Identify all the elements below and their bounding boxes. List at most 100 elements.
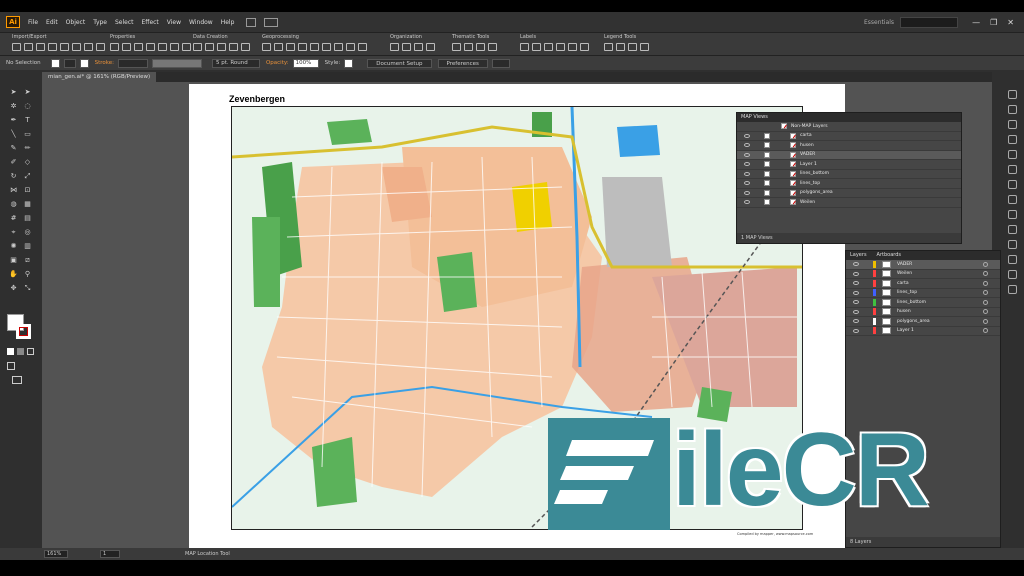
target-icon[interactable] <box>983 290 988 296</box>
target-icon[interactable] <box>983 299 988 305</box>
layer-row[interactable]: carta <box>846 279 1000 289</box>
restore-icon[interactable]: ❐ <box>990 18 997 27</box>
shape-builder-icon[interactable]: ◍ <box>9 200 18 209</box>
target-icon[interactable] <box>983 328 988 334</box>
type-icon[interactable]: T <box>23 116 32 125</box>
lock-icon[interactable] <box>764 170 770 177</box>
info-icon[interactable] <box>1007 285 1017 294</box>
layer-checkbox[interactable] <box>790 142 796 149</box>
map-tool-icon[interactable]: ⤡ <box>23 284 32 293</box>
stroke-weight-input[interactable] <box>117 58 148 68</box>
opacity-label[interactable]: Opacity: <box>266 60 289 66</box>
eye-icon[interactable] <box>744 190 750 195</box>
lock-icon[interactable] <box>764 151 770 158</box>
stroke-label[interactable]: Stroke: <box>95 60 114 66</box>
screen-mode-icon[interactable] <box>12 376 22 384</box>
menu-window[interactable]: Window <box>189 19 213 26</box>
layer-checkbox[interactable] <box>790 161 796 168</box>
color-guide-icon[interactable] <box>1007 105 1017 114</box>
toolgroup-icons[interactable] <box>452 43 497 51</box>
tab-layers[interactable]: Layers <box>850 251 867 260</box>
layer-row[interactable]: Weilen <box>846 270 1000 279</box>
menu-effect[interactable]: Effect <box>142 19 159 26</box>
document-setup-button[interactable]: Document Setup <box>367 58 432 68</box>
blend-icon[interactable]: ◎ <box>23 228 32 237</box>
toolgroup-icons[interactable] <box>262 43 367 51</box>
free-transform-icon[interactable]: ⊡ <box>23 186 32 195</box>
minimize-icon[interactable]: — <box>972 18 980 27</box>
lock-icon[interactable] <box>764 132 770 139</box>
eye-icon[interactable] <box>853 271 859 276</box>
map-view-row[interactable]: lines_bottom <box>737 170 961 179</box>
toolgroup-icons[interactable] <box>12 43 105 51</box>
mesh-icon[interactable]: # <box>9 214 18 223</box>
eye-icon[interactable] <box>853 290 859 295</box>
target-icon[interactable] <box>983 271 988 277</box>
eye-icon[interactable] <box>853 328 859 333</box>
eye-icon[interactable] <box>853 309 859 314</box>
gradient-icon[interactable]: ▤ <box>23 214 32 223</box>
map-views-root-row[interactable]: Non-MAP Layers <box>737 122 961 132</box>
stroke-swatch[interactable] <box>79 58 89 68</box>
pen-icon[interactable]: ✒ <box>9 116 18 125</box>
menu-edit[interactable]: Edit <box>46 19 58 26</box>
artboard-icon[interactable]: ▣ <box>9 256 18 265</box>
help-search-input[interactable] <box>900 16 958 28</box>
hand-icon[interactable]: ✋ <box>9 270 18 279</box>
layer-checkbox[interactable] <box>790 189 796 196</box>
eraser-icon[interactable]: ◇ <box>23 158 32 167</box>
menu-type[interactable]: Type <box>93 19 107 26</box>
bridge-icon[interactable] <box>246 17 257 27</box>
transparency-icon[interactable] <box>1007 195 1017 204</box>
perspective-grid-icon[interactable]: ▦ <box>23 200 32 209</box>
pencil-icon[interactable]: ✏ <box>23 144 32 153</box>
toolgroup-icons[interactable] <box>193 43 250 51</box>
eye-icon[interactable] <box>853 262 859 267</box>
target-icon[interactable] <box>983 318 988 324</box>
brush-icon[interactable]: ✎ <box>9 144 18 153</box>
layer-checkbox[interactable] <box>790 180 796 187</box>
stroke-color-box[interactable] <box>16 324 31 339</box>
layer-row[interactable]: lines_top <box>846 289 1000 298</box>
color-mode-icon[interactable] <box>7 348 14 355</box>
map-location-icon[interactable]: ✥ <box>9 284 18 293</box>
rotate-icon[interactable]: ↻ <box>9 172 18 181</box>
target-icon[interactable] <box>983 309 988 315</box>
lock-icon[interactable] <box>764 199 770 206</box>
toolgroup-icons[interactable] <box>604 43 649 51</box>
toolgroup-icons[interactable] <box>110 43 191 51</box>
layer-checkbox[interactable] <box>781 123 787 130</box>
target-icon[interactable] <box>983 261 988 267</box>
brush-definition[interactable]: 5 pt. Round <box>211 58 260 68</box>
menu-help[interactable]: Help <box>221 19 235 26</box>
none-mode-icon[interactable] <box>27 348 34 355</box>
color-panel-icon[interactable] <box>1007 90 1017 99</box>
fill-swatch[interactable] <box>50 58 60 68</box>
layer-row[interactable]: Layer 1 <box>846 327 1000 336</box>
eye-icon[interactable] <box>853 281 859 286</box>
map-view-row[interactable]: Weilen <box>737 198 961 208</box>
magic-wand-icon[interactable]: ✲ <box>9 102 18 111</box>
stroke-icon[interactable] <box>1007 165 1017 174</box>
toolgroup-icons[interactable] <box>390 43 435 51</box>
fill-dropdown[interactable] <box>63 58 76 68</box>
menu-object[interactable]: Object <box>66 19 86 26</box>
brushes-icon[interactable] <box>1007 135 1017 144</box>
opacity-input[interactable]: 100% <box>292 58 319 68</box>
map-view-row-selected[interactable]: VADER <box>737 150 961 160</box>
scale-icon[interactable]: ⤢ <box>23 172 32 181</box>
map-view-row[interactable]: carta <box>737 132 961 141</box>
layer-checkbox[interactable] <box>790 170 796 177</box>
toolgroup-icons[interactable] <box>520 43 589 51</box>
width-icon[interactable]: ⋈ <box>9 186 18 195</box>
map-view-row[interactable]: polygons_area <box>737 189 961 198</box>
map-view-row[interactable]: husen <box>737 141 961 151</box>
gradient-mode-icon[interactable] <box>17 348 24 355</box>
links-icon[interactable] <box>1007 255 1017 264</box>
arrange-documents-icon[interactable] <box>264 17 279 27</box>
layer-checkbox[interactable] <box>790 199 796 206</box>
eye-icon[interactable] <box>853 300 859 305</box>
symbol-sprayer-icon[interactable]: ✺ <box>9 242 18 251</box>
lock-icon[interactable] <box>764 161 770 168</box>
lock-icon[interactable] <box>764 142 770 149</box>
